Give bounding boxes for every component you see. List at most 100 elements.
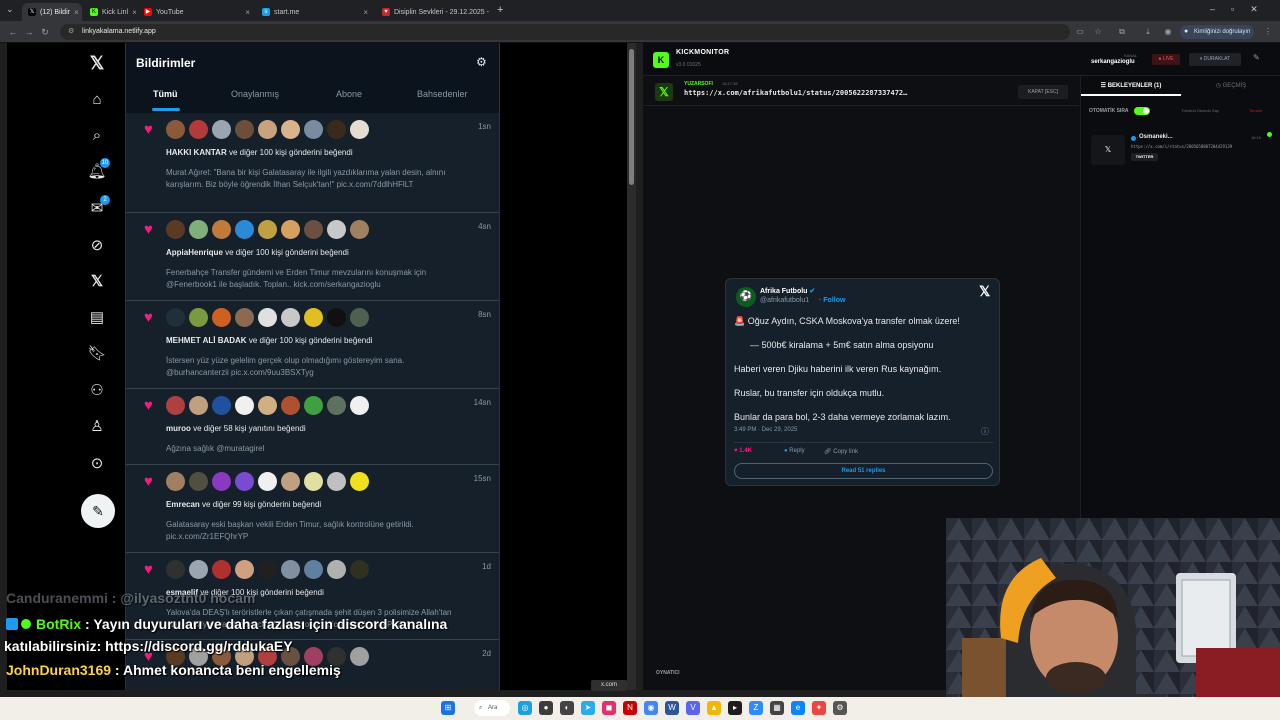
close-tab-icon[interactable]: × (74, 8, 79, 17)
notification-user[interactable]: MEHMET ALİ BADAK (166, 336, 247, 345)
explorer-icon[interactable]: ▦ (770, 701, 784, 715)
copy-link-button[interactable]: 🔗︎ Copy link (824, 448, 858, 455)
avatar[interactable] (235, 120, 254, 139)
close-tab-icon[interactable]: × (245, 8, 250, 17)
notification-user[interactable]: AppiaHenrique (166, 248, 223, 257)
app-icon[interactable]: ◼ (602, 701, 616, 715)
avatar[interactable] (189, 472, 208, 491)
avatar[interactable] (304, 220, 323, 239)
communities-icon[interactable]: ⚇ (87, 381, 107, 401)
avatar[interactable] (166, 220, 185, 239)
avatar[interactable] (281, 560, 300, 579)
notification-user[interactable]: muroo (166, 424, 191, 433)
extensions-icon[interactable]: ⧉ (1116, 26, 1128, 38)
avatar[interactable] (327, 308, 346, 327)
new-tab-button[interactable]: + (497, 4, 503, 16)
notification-user[interactable]: HAKKI KANTAR (166, 148, 227, 157)
avatar[interactable] (281, 472, 300, 491)
avatar[interactable] (304, 120, 323, 139)
word-icon[interactable]: W (665, 701, 679, 715)
obs-icon[interactable]: ◐ (560, 701, 574, 715)
avatar[interactable] (189, 308, 208, 327)
download-icon[interactable]: ⤓ (1142, 26, 1154, 38)
terminal-icon[interactable]: ▸ (728, 701, 742, 715)
avatar[interactable] (189, 120, 208, 139)
browser-icon[interactable]: ◉ (644, 701, 658, 715)
profile-icon[interactable]: ◉ (1162, 26, 1174, 38)
address-bar[interactable]: ⚙ linkyakalama.netlify.app (60, 24, 1070, 40)
info-icon[interactable]: ⓘ (981, 426, 989, 437)
avatar[interactable] (189, 220, 208, 239)
whatsapp-icon[interactable]: ◎ (518, 701, 532, 715)
scrollbar-thumb[interactable] (629, 49, 634, 185)
avatar[interactable] (350, 560, 369, 579)
bookmark-star-icon[interactable]: ☆ (1092, 26, 1104, 38)
avatar[interactable] (350, 472, 369, 491)
vlc-icon[interactable]: ▲ (707, 701, 721, 715)
more-circle-icon[interactable]: ⊙ (87, 454, 107, 474)
grok-icon[interactable]: ⊘ (87, 236, 107, 256)
netflix-icon[interactable]: N (623, 701, 637, 715)
avatar[interactable] (281, 396, 300, 415)
avatar[interactable] (258, 308, 277, 327)
close-esc-button[interactable]: KAPAT [ESC] (1018, 85, 1068, 99)
tab-startme[interactable]: s start.me × (256, 3, 374, 21)
site-info-icon[interactable]: ⚙ (68, 24, 74, 40)
avatar[interactable] (166, 472, 185, 491)
avatar[interactable] (258, 396, 277, 415)
tweet-date[interactable]: 3:49 PM · Dec 29, 2025 (734, 427, 797, 433)
settings-app-icon[interactable]: ⚙ (833, 701, 847, 715)
explore-search-icon[interactable]: ⌕ (87, 126, 107, 146)
avatar[interactable] (212, 120, 231, 139)
edge-icon[interactable]: e (791, 701, 805, 715)
mark-all-read-button[interactable]: Tümünü Okundu Say (1181, 108, 1219, 113)
follow-link[interactable]: · Follow (819, 297, 845, 304)
avatar[interactable] (350, 120, 369, 139)
avatar[interactable] (281, 308, 300, 327)
pdf-app-icon[interactable]: ✦ (812, 701, 826, 715)
avatar[interactable] (235, 396, 254, 415)
pause-button[interactable]: ⏸ DURAKLAT (1189, 53, 1241, 66)
avatar[interactable] (350, 647, 369, 666)
settings-gear-icon[interactable]: ⚙ (476, 55, 487, 69)
avatar[interactable] (258, 220, 277, 239)
close-tab-icon[interactable]: × (363, 8, 368, 17)
avatar[interactable] (304, 396, 323, 415)
avatar[interactable] (327, 472, 346, 491)
avatar[interactable] (258, 472, 277, 491)
avatar[interactable] (304, 308, 323, 327)
profile-person-icon[interactable]: ♙ (87, 417, 107, 437)
x-close-logo-icon[interactable]: 𝕏 (979, 283, 990, 300)
x-logo-icon[interactable]: 𝕏 (87, 53, 107, 73)
tab-search-icon[interactable]: ⌄ (6, 4, 18, 16)
compose-post-button[interactable]: ✎ (81, 494, 115, 528)
like-button[interactable]: ♥ 1.4K (734, 448, 752, 454)
tab-history[interactable]: ◷ GEÇMİŞ (1181, 76, 1280, 96)
taskbar-search[interactable]: ⌕ Ara (474, 700, 510, 716)
notification-row[interactable]: ♥ 15sn Emrecan ve diğer 99 kişi gönderini … (126, 465, 499, 553)
messages-mail-icon[interactable]: ✉ 2 (87, 195, 110, 219)
premium-x-icon[interactable]: 𝕏 (87, 272, 107, 292)
notification-row[interactable]: ♥ 4sn AppiaHenrique ve diğer 100 kişi gönd… (126, 213, 499, 301)
tab-mentions[interactable]: Bahsedenler (417, 89, 468, 99)
avatar[interactable] (235, 220, 254, 239)
close-tab-icon[interactable]: × (132, 8, 136, 17)
home-icon[interactable]: ⌂ (87, 90, 107, 110)
avatar[interactable] (327, 120, 346, 139)
avatar[interactable] (281, 120, 300, 139)
verify-identity-button[interactable]: ● Kimliğinizi doğrulayın (1180, 25, 1254, 39)
screen-cast-icon[interactable]: ▭ (1074, 26, 1086, 38)
avatar[interactable] (212, 396, 231, 415)
tab-subscribed[interactable]: Abone (336, 89, 362, 99)
avatar[interactable] (212, 308, 231, 327)
tweet-handle[interactable]: @afrikafutbolu1 (760, 297, 809, 304)
tab-all[interactable]: Tümü (153, 89, 178, 99)
clear-button[interactable]: Temizle (1249, 108, 1263, 113)
page-scrollbar[interactable] (627, 43, 636, 690)
tab-pdf[interactable]: ♥ Disiplin Sevkleri - 29.12.2025 - × (376, 3, 492, 21)
window-controls[interactable]: –▫✕ (1210, 4, 1274, 15)
avatar[interactable] (258, 560, 277, 579)
notification-user[interactable]: Emrecan (166, 500, 200, 509)
tab-verified[interactable]: Onaylanmış (231, 89, 279, 99)
telegram-icon[interactable]: ➤ (581, 701, 595, 715)
